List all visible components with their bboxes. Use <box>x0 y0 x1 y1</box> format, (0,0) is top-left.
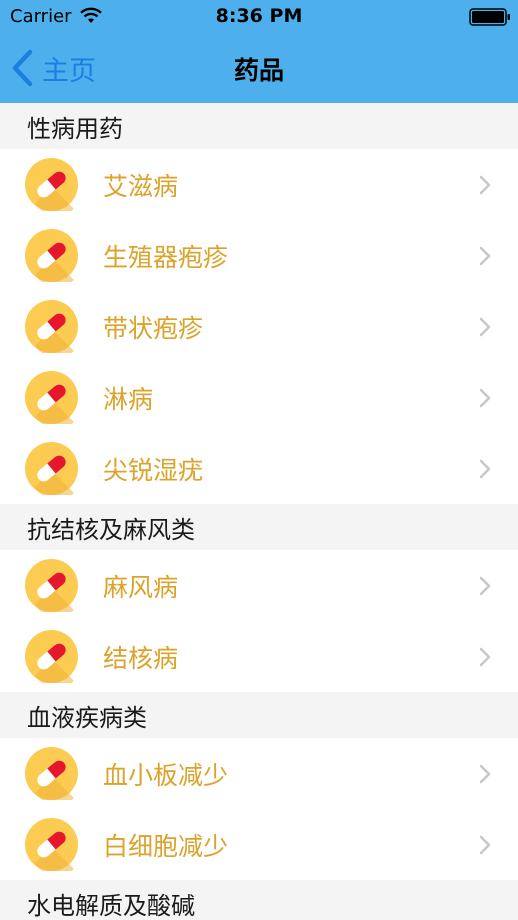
pill-icon <box>25 630 78 688</box>
pill-icon <box>25 442 78 500</box>
chevron-right-icon <box>478 174 492 196</box>
pill-icon <box>25 300 78 358</box>
chevron-right-icon <box>478 316 492 338</box>
top-bar: Carrier 8:36 PM 主页 药品 <box>0 0 518 103</box>
pill-icon <box>25 371 78 429</box>
section-header: 抗结核及麻风类 <box>0 504 518 550</box>
list-item[interactable]: 血小板减少 <box>0 738 518 809</box>
pill-icon <box>25 747 78 805</box>
medicine-list: 性病用药 艾滋病 生殖器疱疹 带状疱疹 淋病 尖锐湿疣 抗结核及麻风类 麻风病 … <box>0 103 518 920</box>
list-item-label: 生殖器疱疹 <box>103 242 229 272</box>
section-header: 血液疾病类 <box>0 692 518 738</box>
status-bar: Carrier 8:36 PM <box>0 0 518 34</box>
list-item-label: 淋病 <box>103 384 154 414</box>
chevron-right-icon <box>478 575 492 597</box>
chevron-right-icon <box>478 387 492 409</box>
navigation-bar: 主页 药品 <box>0 34 518 103</box>
section-header: 水电解质及酸碱 <box>0 880 518 920</box>
list-item[interactable]: 艾滋病 <box>0 149 518 220</box>
chevron-right-icon <box>478 834 492 856</box>
list-item-label: 麻风病 <box>103 572 179 602</box>
pill-icon <box>25 818 78 876</box>
list-item[interactable]: 带状疱疹 <box>0 291 518 362</box>
list-item[interactable]: 结核病 <box>0 621 518 692</box>
pill-icon <box>25 158 78 216</box>
chevron-right-icon <box>478 458 492 480</box>
list-item-label: 血小板减少 <box>103 760 229 790</box>
chevron-right-icon <box>478 646 492 668</box>
chevron-right-icon <box>478 245 492 267</box>
section-header: 性病用药 <box>0 103 518 149</box>
chevron-right-icon <box>478 763 492 785</box>
list-item[interactable]: 生殖器疱疹 <box>0 220 518 291</box>
page-title: 药品 <box>233 56 284 85</box>
status-time: 8:36 PM <box>215 5 303 27</box>
list-item[interactable]: 麻风病 <box>0 550 518 621</box>
list-item[interactable]: 尖锐湿疣 <box>0 433 518 504</box>
list-item[interactable]: 淋病 <box>0 362 518 433</box>
pill-icon <box>25 559 78 617</box>
list-item-label: 白细胞减少 <box>103 831 229 861</box>
list-item-label: 尖锐湿疣 <box>103 455 204 485</box>
list-item-label: 结核病 <box>103 643 179 673</box>
list-item-label: 艾滋病 <box>103 171 179 201</box>
pill-icon <box>25 229 78 287</box>
list-item-label: 带状疱疹 <box>103 313 204 343</box>
battery-icon <box>469 8 510 26</box>
list-item[interactable]: 白细胞减少 <box>0 809 518 880</box>
